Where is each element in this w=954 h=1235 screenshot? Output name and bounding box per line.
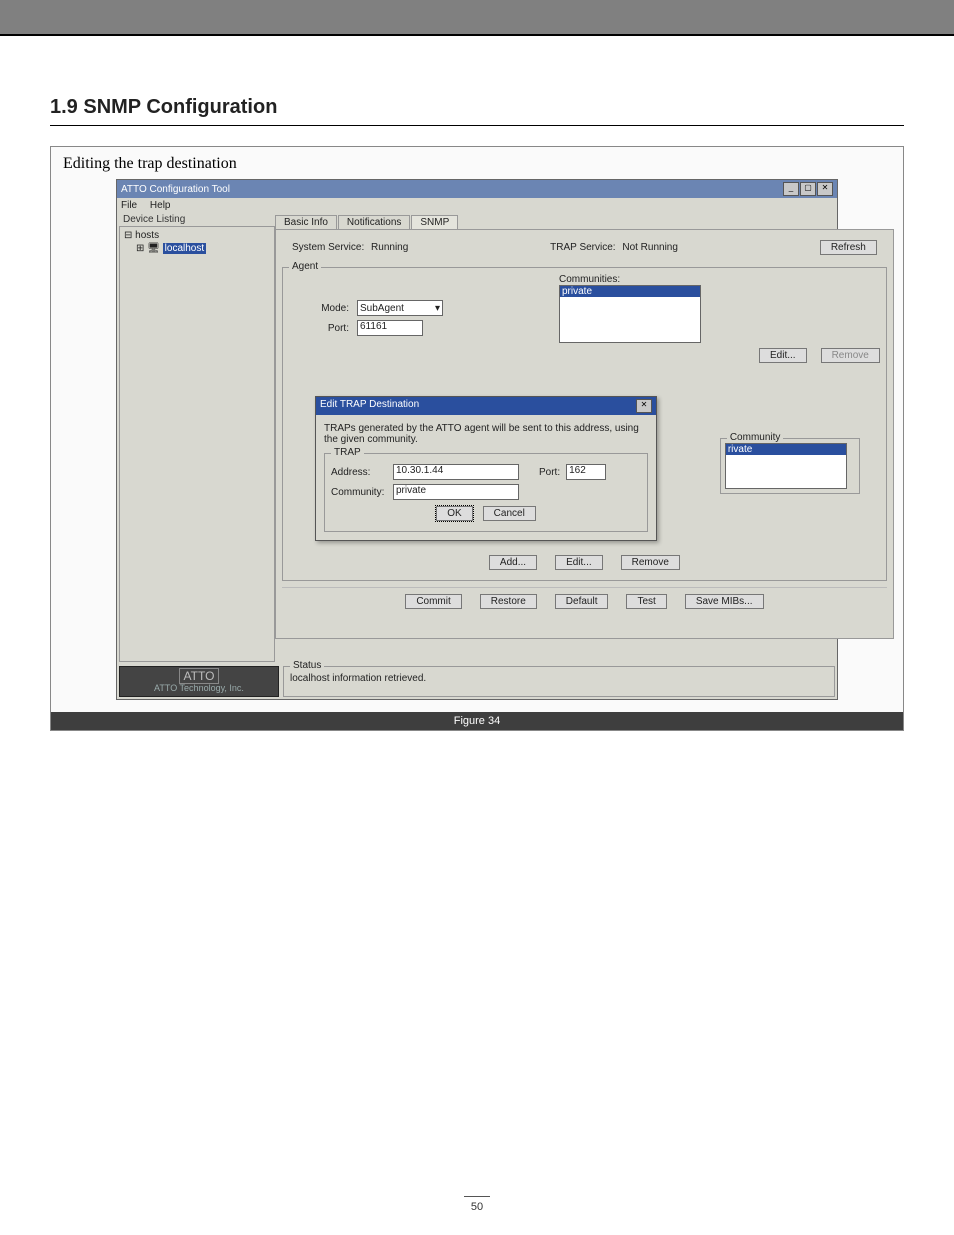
test-button[interactable]: Test — [626, 594, 666, 609]
system-service-label: System Service: — [292, 242, 364, 253]
page-number: 50 — [0, 1196, 954, 1213]
tab-notifications[interactable]: Notifications — [338, 215, 410, 229]
system-service-value: Running — [371, 242, 408, 253]
tree-expand-icon[interactable]: ⊞ — [136, 243, 144, 254]
community-input[interactable]: private — [393, 484, 519, 500]
trap-community-list[interactable]: rivate — [725, 443, 847, 489]
status-frame: Status localhost information retrieved. — [283, 666, 835, 697]
menu-bar: File Help — [117, 198, 837, 213]
dialog-close-icon[interactable]: ✕ — [636, 399, 652, 413]
trap-service-label: TRAP Service: — [550, 242, 615, 253]
community-label: Community: — [331, 487, 393, 498]
mode-label: Mode: — [289, 303, 349, 314]
address-input[interactable]: 10.30.1.44 — [393, 464, 519, 480]
trap-edit-button[interactable]: Edit... — [555, 555, 603, 570]
agent-frame: Agent Mode: SubAgent ▾ — [282, 267, 887, 581]
tree-selected-host: localhost — [163, 243, 206, 254]
community-edit-button[interactable]: Edit... — [759, 348, 807, 363]
device-listing-label: Device Listing — [121, 214, 187, 225]
menu-file[interactable]: File — [121, 200, 137, 211]
figure-heading: Editing the trap destination — [63, 155, 891, 173]
agent-port-label: Port: — [289, 323, 349, 334]
trap-remove-button[interactable]: Remove — [621, 555, 680, 570]
figure-frame: Editing the trap destination ATTO Config… — [50, 146, 904, 731]
commit-button[interactable]: Commit — [405, 594, 461, 609]
communities-list[interactable]: private — [559, 285, 701, 343]
doc-top-bar — [0, 0, 954, 36]
window-title: ATTO Configuration Tool — [121, 184, 230, 195]
minimize-icon[interactable]: _ — [783, 182, 799, 196]
menu-help[interactable]: Help — [150, 200, 171, 211]
trap-service-value: Not Running — [622, 242, 678, 253]
default-button[interactable]: Default — [555, 594, 609, 609]
status-legend: Status — [290, 660, 324, 671]
agent-port-input[interactable]: 61161 — [357, 320, 423, 336]
tab-snmp[interactable]: SNMP — [411, 215, 458, 229]
tab-basic-info[interactable]: Basic Info — [275, 215, 337, 229]
trap-port-input[interactable]: 162 — [566, 464, 606, 480]
tree-host-item[interactable]: ⊞ 🖥 localhost — [122, 242, 272, 255]
trap-legend: TRAP — [331, 447, 364, 458]
cancel-button[interactable]: Cancel — [483, 506, 536, 521]
community-remove-button: Remove — [821, 348, 880, 363]
save-mibs-button[interactable]: Save MIBs... — [685, 594, 764, 609]
atto-logo: ATTO ATTO Technology, Inc. — [119, 666, 279, 697]
trap-community-legend: Community — [727, 432, 784, 443]
dialog-title: Edit TRAP Destination — [320, 399, 419, 413]
trap-community-item[interactable]: rivate — [726, 444, 846, 455]
section-rule — [50, 125, 904, 126]
logo-text: ATTO — [180, 669, 219, 683]
logo-subtext: ATTO Technology, Inc. — [154, 683, 244, 693]
dialog-titlebar[interactable]: Edit TRAP Destination ✕ — [316, 397, 656, 415]
device-listing-panel: Device Listing ⊟ hosts ⊞ 🖥 localhost — [117, 213, 273, 664]
dialog-message: TRAPs generated by the ATTO agent will b… — [324, 423, 648, 445]
chevron-down-icon: ▾ — [435, 303, 440, 314]
address-label: Address: — [331, 467, 393, 478]
edit-trap-dialog: Edit TRAP Destination ✕ TRAPs generated … — [315, 396, 657, 541]
restore-button[interactable]: Restore — [480, 594, 537, 609]
status-message: localhost information retrieved. — [290, 673, 426, 684]
agent-legend: Agent — [289, 261, 321, 272]
ok-button[interactable]: OK — [436, 506, 472, 521]
maximize-icon[interactable]: ▢ — [800, 182, 816, 196]
figure-caption: Figure 34 — [51, 712, 903, 730]
mode-select[interactable]: SubAgent ▾ — [357, 300, 443, 316]
community-item-private[interactable]: private — [560, 286, 700, 297]
communities-label: Communities: — [559, 274, 719, 285]
section-title: 1.9 SNMP Configuration — [50, 96, 904, 119]
snmp-tab-body: System Service: Running TRAP Service: No… — [275, 229, 894, 639]
trap-community-frame: Community rivate — [720, 438, 860, 494]
tab-bar: Basic Info Notifications SNMP — [275, 215, 894, 229]
close-icon[interactable]: ✕ — [817, 182, 833, 196]
tree-collapse-icon[interactable]: ⊟ — [124, 230, 132, 241]
tree-root[interactable]: ⊟ hosts — [122, 229, 272, 242]
app-window: ATTO Configuration Tool _ ▢ ✕ File Help … — [116, 179, 838, 700]
refresh-button[interactable]: Refresh — [820, 240, 877, 255]
window-titlebar[interactable]: ATTO Configuration Tool _ ▢ ✕ — [117, 180, 837, 198]
host-icon: 🖥 — [147, 243, 160, 254]
trap-frame: TRAP Address: 10.30.1.44 Port: 162 — [324, 453, 648, 532]
trap-port-label: Port: — [539, 467, 560, 478]
trap-add-button[interactable]: Add... — [489, 555, 537, 570]
